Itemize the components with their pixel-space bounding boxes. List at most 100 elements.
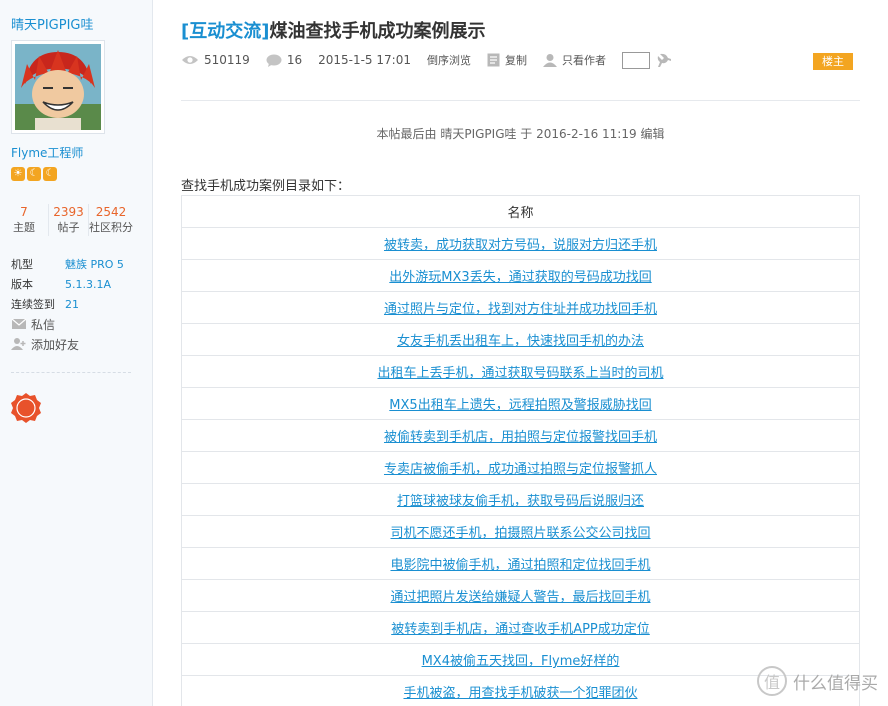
reverse-order-link[interactable]: 倒序浏览 (427, 52, 471, 68)
case-link[interactable]: MX4被偷五天找回，Flyme好样的 (422, 654, 620, 669)
case-link[interactable]: 电影院中被偷手机，通过拍照和定位找回手机 (390, 558, 650, 573)
avatar[interactable] (11, 40, 105, 134)
info-value[interactable]: 魅族 PRO 5 (65, 256, 124, 272)
table-cell: 专卖店被偷手机，成功通过拍照与定位报警抓人 (181, 451, 860, 484)
copy-icon (487, 53, 500, 67)
stat-label: 社区积分 (89, 221, 133, 234)
table-cell: MX5出租车上遗失，远程拍照及警报威胁找回 (181, 387, 860, 420)
case-link[interactable]: 被转卖，成功获取对方号码，说服对方归还手机 (384, 238, 657, 253)
views-value: 510119 (204, 53, 250, 67)
case-link[interactable]: 被转卖到手机店，通过查收手机APP成功定位 (391, 622, 650, 637)
author-sidebar: 晴天PIGPIG哇 Flyme工程师 ☀ ☾ ☾ 7 主题 2393 帖子 25… (0, 0, 153, 706)
table-header-row: 名称 (181, 195, 860, 228)
replies-count: 16 (266, 53, 302, 67)
post-category-link[interactable]: [互动交流] (181, 21, 269, 42)
info-value[interactable]: 21 (65, 298, 79, 311)
stat-posts[interactable]: 2393 帖子 (48, 204, 88, 236)
stat-label: 主题 (13, 221, 35, 234)
info-row-device: 机型 魅族 PRO 5 (11, 254, 124, 274)
wrench-icon[interactable] (656, 52, 672, 68)
sidebar-divider (11, 372, 131, 373)
post-title: [互动交流]煤油查找手机成功案例展示 (181, 17, 485, 43)
table-cell: 司机不愿还手机，拍摄照片联系公交公司找回 (181, 515, 860, 548)
table-cell: 被偷转卖到手机店，用拍照与定位报警找回手机 (181, 419, 860, 452)
table-cell: 打篮球被球友偷手机，获取号码后说服归还 (181, 483, 860, 516)
copy-label: 复制 (504, 54, 527, 67)
table-row: 被转卖到手机店，通过查收手机APP成功定位 (181, 611, 860, 644)
info-key: 连续签到 (11, 298, 55, 311)
table-row: 通过把照片发送给嫌疑人警告，最后找回手机 (181, 579, 860, 612)
sun-badge-icon: ☀ (11, 167, 25, 181)
case-link[interactable]: 专卖店被偷手机，成功通过拍照与定位报警抓人 (384, 462, 657, 477)
stat-label: 帖子 (57, 221, 80, 234)
case-link[interactable]: 司机不愿还手机，拍摄照片联系公交公司找回 (390, 526, 650, 541)
table-row: 出外游玩MX3丢失，通过获取的号码成功找回 (181, 259, 860, 292)
case-link[interactable]: 通过把照片发送给嫌疑人警告，最后找回手机 (390, 590, 650, 605)
send-message-button[interactable]: 私信 (11, 314, 79, 334)
stat-value: 2542 (95, 205, 127, 219)
only-author-label: 只看作者 (561, 54, 606, 67)
case-link[interactable]: 女友手机丢出租车上，快速找回手机的办法 (397, 334, 644, 349)
case-link[interactable]: 出外游玩MX3丢失，通过获取的号码成功找回 (389, 270, 651, 285)
table-cell: 通过照片与定位，找到对方住址并成功找回手机 (181, 291, 860, 324)
info-key: 机型 (11, 258, 33, 271)
info-row-version: 版本 5.1.3.1A (11, 274, 124, 294)
table-cell: 被转卖，成功获取对方号码，说服对方归还手机 (181, 227, 860, 260)
case-link[interactable]: 出租车上丢手机，通过获取号码联系上当时的司机 (377, 366, 663, 381)
message-icon (11, 318, 27, 329)
case-link[interactable]: 被偷转卖到手机店，用拍照与定位报警找回手机 (384, 430, 657, 445)
table-row: 女友手机丢出租车上，快速找回手机的办法 (181, 323, 860, 356)
case-link[interactable]: 打篮球被球友偷手机，获取号码后说服归还 (397, 494, 644, 509)
table-row: 司机不愿还手机，拍摄照片联系公交公司找回 (181, 515, 860, 548)
table-row: 打篮球被球友偷手机，获取号码后说服归还 (181, 483, 860, 516)
table-row: 被转卖，成功获取对方号码，说服对方归还手机 (181, 227, 860, 260)
info-value[interactable]: 5.1.3.1A (65, 278, 111, 291)
case-link[interactable]: 手机被盗，用查找手机破获一个犯罪团伙 (403, 686, 637, 701)
replies-value: 16 (286, 53, 303, 67)
floor-owner-badge: 楼主 (813, 53, 853, 70)
add-friend-icon (11, 338, 26, 350)
case-link[interactable]: MX5出租车上遗失，远程拍照及警报威胁找回 (389, 398, 651, 413)
post-date: 2015-1-5 17:01 (318, 53, 411, 67)
post-title-text: 煤油查找手机成功案例展示 (269, 21, 486, 42)
header-divider (181, 100, 860, 101)
site-watermark: 值 什么值得买 (757, 666, 878, 696)
user-icon (542, 54, 557, 67)
table-cell: 出外游玩MX3丢失，通过获取的号码成功找回 (181, 259, 860, 292)
add-friend-button[interactable]: 添加好友 (11, 334, 79, 354)
info-key: 版本 (11, 278, 33, 291)
author-name-link[interactable]: 晴天PIGPIG哇 (11, 14, 94, 33)
table-cell: 电影院中被偷手机，通过拍照和定位找回手机 (181, 547, 860, 580)
copy-link-button[interactable]: 复制 (487, 52, 527, 68)
case-list-table: 名称 被转卖，成功获取对方号码，说服对方归还手机 出外游玩MX3丢失，通过获取的… (181, 195, 860, 706)
edit-note: 本帖最后由 晴天PIGPIG哇 于 2016-2-16 11:19 编辑 (376, 127, 665, 141)
table-row: 专卖店被偷手机，成功通过拍照与定位报警抓人 (181, 451, 860, 484)
author-info: 机型 魅族 PRO 5 版本 5.1.3.1A 连续签到 21 (11, 254, 124, 314)
table-row: 被偷转卖到手机店，用拍照与定位报警找回手机 (181, 419, 860, 452)
add-friend-label: 添加好友 (31, 337, 80, 352)
stat-threads[interactable]: 7 主题 (0, 204, 48, 236)
views-count: 510119 (181, 53, 250, 67)
medal-icon[interactable] (10, 392, 42, 424)
stat-value: 2393 (53, 205, 84, 219)
author-badges: ☀ ☾ ☾ (11, 167, 57, 181)
only-author-button[interactable]: 只看作者 (542, 52, 606, 68)
send-message-label: 私信 (31, 317, 56, 332)
case-link[interactable]: 通过照片与定位，找到对方住址并成功找回手机 (384, 302, 657, 317)
jump-page-input[interactable] (621, 51, 650, 69)
moon-badge-icon: ☾ (43, 167, 57, 181)
watermark-logo-icon: 值 (757, 666, 787, 696)
table-cell: 出租车上丢手机，通过获取号码联系上当时的司机 (181, 355, 860, 388)
stat-value: 7 (20, 205, 28, 219)
stat-credits[interactable]: 2542 社区积分 (88, 204, 133, 236)
eye-icon (182, 56, 198, 64)
table-row: 出租车上丢手机，通过获取号码联系上当时的司机 (181, 355, 860, 388)
author-role-link[interactable]: Flyme工程师 (11, 144, 83, 161)
post-main: [互动交流]煤油查找手机成功案例展示 510119 16 2015-1-5 17… (153, 0, 888, 706)
post-meta-bar: 510119 16 2015-1-5 17:01 倒序浏览 复制 只看作者 (181, 50, 672, 70)
comment-icon (266, 54, 282, 67)
author-stats: 7 主题 2393 帖子 2542 社区积分 (0, 204, 153, 236)
table-cell: 女友手机丢出租车上，快速找回手机的办法 (181, 323, 860, 356)
table-row: MX5出租车上遗失，远程拍照及警报威胁找回 (181, 387, 860, 420)
info-row-checkin: 连续签到 21 (11, 294, 124, 314)
